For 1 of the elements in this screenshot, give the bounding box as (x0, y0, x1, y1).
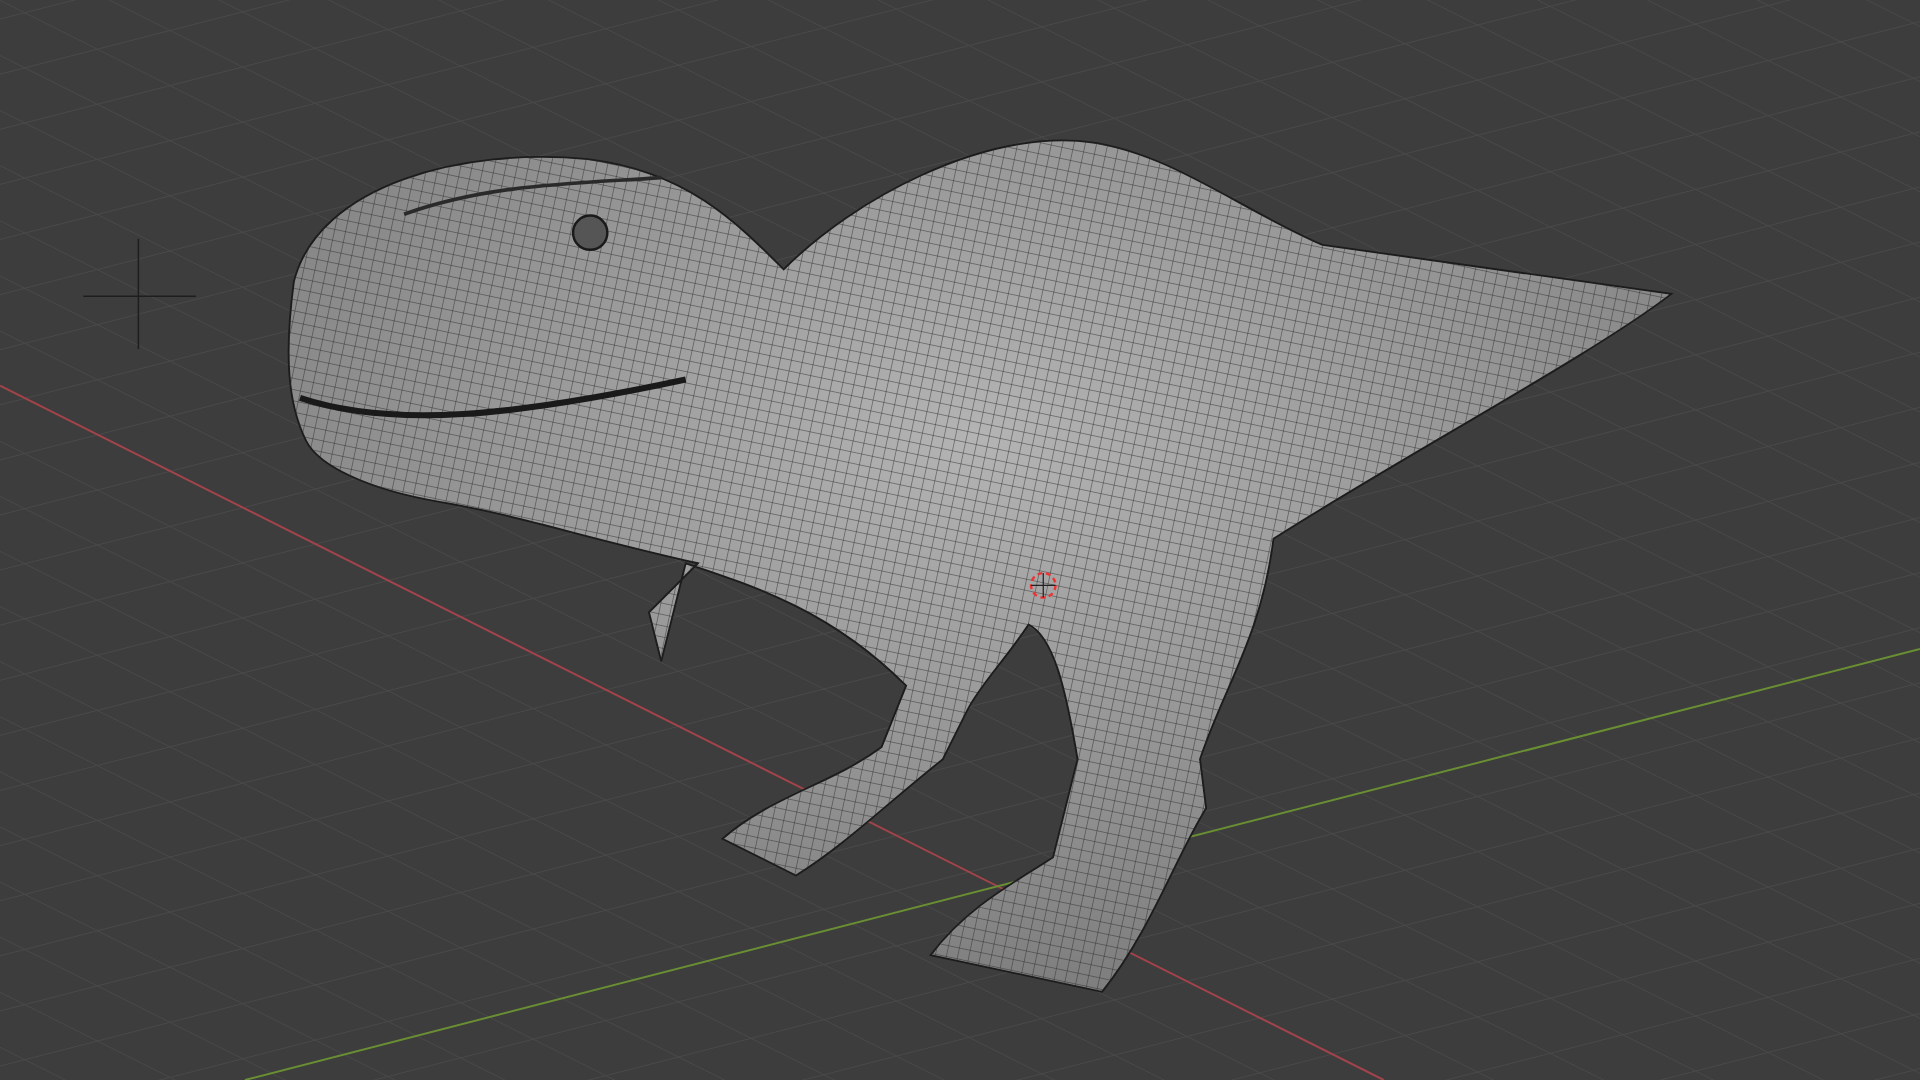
crosshair-icon (82, 238, 197, 350)
